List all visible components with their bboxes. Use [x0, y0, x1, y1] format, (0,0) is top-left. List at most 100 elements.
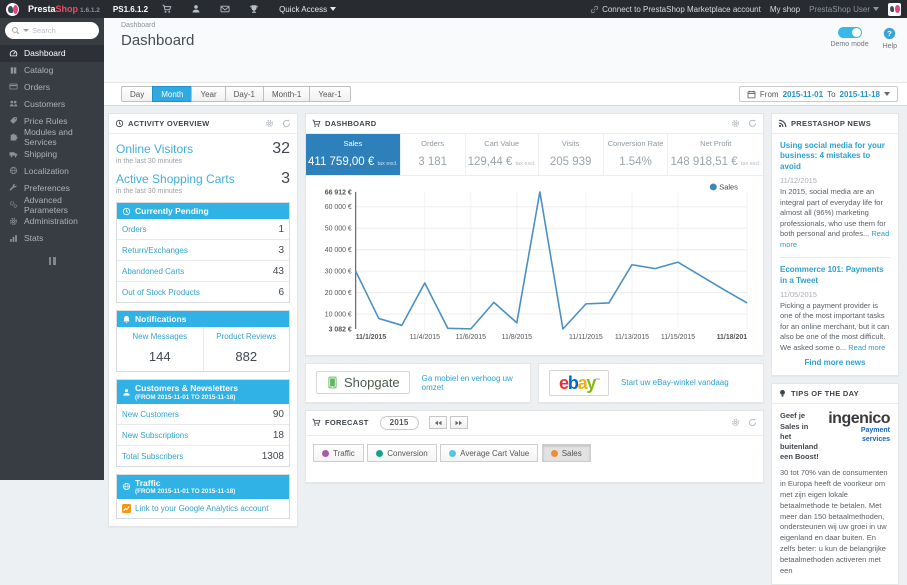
globe-icon: [122, 482, 131, 491]
sidebar-item-catalog[interactable]: Catalog: [0, 62, 104, 79]
kpi-cart-value-tab[interactable]: Cart Value129,44 € tax excl.: [465, 134, 538, 175]
sidebar-item-shipping[interactable]: Shipping: [0, 146, 104, 163]
sidebar-item-modules[interactable]: Modules and Services: [0, 129, 104, 146]
trophy-icon[interactable]: [244, 4, 264, 14]
legend-sales-button[interactable]: Sales: [542, 444, 591, 462]
kpi-sales-tab[interactable]: Sales411 759,00 € tax excl.: [306, 134, 400, 175]
legend-avg-cart-value-button[interactable]: Average Cart Value: [440, 444, 538, 462]
new-subscriptions-row: New Subscriptions18: [117, 424, 289, 445]
online-visitors-link[interactable]: Online Visitors: [116, 142, 193, 156]
kpi-conversion-tab[interactable]: Conversion Rate1.54%: [603, 134, 668, 175]
traffic-dot-icon: [322, 450, 329, 457]
ingenico-logo[interactable]: ingenico Paymentservices: [823, 411, 890, 443]
google-analytics-link[interactable]: Link to your Google Analytics account: [117, 499, 289, 518]
search-input[interactable]: [32, 26, 93, 35]
marketplace-link[interactable]: Connect to PrestaShop Marketplace accoun…: [590, 5, 761, 14]
news-panel-title: PRESTASHOP NEWS: [791, 119, 871, 128]
messages-icon[interactable]: [215, 4, 235, 14]
gear-icon[interactable]: [731, 418, 740, 427]
lightbulb-icon: [778, 389, 787, 398]
article-title-link[interactable]: Using social media for your business: 4 …: [780, 141, 890, 172]
kpi-net-profit-tab[interactable]: Net Profit148 918,51 € tax excl.: [667, 134, 763, 175]
ebay-banner[interactable]: ebay™ Start uw eBay-winkel vandaag: [538, 363, 764, 403]
tips-of-the-day-panel: TIPS OF THE DAY Geef je Sales in het bui…: [771, 383, 899, 584]
date-range-picker[interactable]: From2015-11-01 To2015-11-18: [739, 86, 898, 102]
active-carts-link[interactable]: Active Shopping Carts: [116, 172, 235, 186]
my-shop-link[interactable]: My shop: [770, 5, 800, 14]
ebay-logo: ebay™: [549, 370, 609, 396]
user-menu[interactable]: PrestaShop User: [809, 5, 879, 14]
prestashop-logo-icon[interactable]: [6, 3, 19, 16]
product-reviews-cell[interactable]: Product Reviews882: [203, 327, 290, 371]
gear-icon[interactable]: [731, 119, 740, 128]
notifications-section: Notifications New Messages144 Product Re…: [116, 310, 290, 372]
abandoned-carts-row: Abandoned Carts43: [117, 260, 289, 281]
pending-returns-row: Return/Exchanges3: [117, 239, 289, 260]
help-icon[interactable]: [883, 27, 896, 40]
new-messages-cell[interactable]: New Messages144: [117, 327, 203, 371]
search-scope-caret-icon[interactable]: [23, 29, 29, 32]
range-year-button[interactable]: Year: [191, 86, 225, 102]
sidebar-item-dashboard[interactable]: Dashboard: [0, 45, 104, 62]
svg-text:11/11/2015: 11/11/2015: [569, 334, 603, 341]
date-to: 2015-11-18: [840, 90, 880, 99]
sidebar-search[interactable]: [5, 22, 99, 39]
search-icon: [11, 26, 20, 35]
refresh-icon[interactable]: [282, 119, 291, 128]
svg-text:11/1/2015: 11/1/2015: [356, 334, 387, 341]
cart-icon: [312, 418, 321, 427]
customers-icon[interactable]: [186, 4, 206, 14]
read-more-link[interactable]: Read more: [848, 343, 885, 352]
article-title-link[interactable]: Ecommerce 101: Payments in a Tweet: [780, 265, 890, 286]
sidebar-item-orders[interactable]: Orders: [0, 79, 104, 96]
range-year-1-button[interactable]: Year-1: [309, 86, 350, 102]
demo-mode-toggle[interactable]: [838, 27, 862, 38]
sidebar-item-administration[interactable]: Administration: [0, 213, 104, 230]
truck-icon: [9, 150, 18, 159]
avg-cart-value-dot-icon: [449, 450, 456, 457]
shopgate-link[interactable]: Ga mobiel en verhoog uw omzet: [422, 374, 520, 392]
forecast-prev-button[interactable]: [429, 416, 447, 429]
sales-chart[interactable]: 66 912 €60 000 €50 000 €40 000 €30 000 €…: [312, 180, 757, 351]
clock-icon: [115, 119, 124, 128]
cart-icon[interactable]: [157, 4, 177, 14]
brand-title: PrestaShop1.6.1.2: [28, 4, 100, 14]
svg-text:11/15/2015: 11/15/2015: [661, 334, 695, 341]
refresh-icon[interactable]: [748, 119, 757, 128]
sidebar-item-localization[interactable]: Localization: [0, 163, 104, 180]
legend-conversion-button[interactable]: Conversion: [367, 444, 436, 462]
range-month-1-button[interactable]: Month-1: [263, 86, 310, 102]
dashboard-panel: DASHBOARD Sales411 759,00 € tax excl. Or…: [305, 113, 764, 356]
quick-access-menu[interactable]: Quick Access: [279, 5, 336, 14]
tip-body: 30 tot 70% van de consumenten in Europa …: [780, 468, 890, 577]
sidebar-item-customers[interactable]: Customers: [0, 95, 104, 112]
total-subscribers-row: Total Subscribers1308: [117, 445, 289, 466]
range-day-1-button[interactable]: Day-1: [225, 86, 264, 102]
kpi-orders-tab[interactable]: Orders3 181: [400, 134, 465, 175]
prestashop-news-panel: PRESTASHOP NEWS Using social media for y…: [771, 113, 899, 376]
breadcrumb[interactable]: Dashboard: [121, 22, 899, 29]
sidebar-item-stats[interactable]: Stats: [0, 230, 104, 247]
find-more-news-link[interactable]: Find more news: [780, 358, 890, 367]
range-month-button[interactable]: Month: [152, 86, 192, 102]
clock-icon: [122, 207, 131, 216]
fast-forward-icon: [455, 419, 463, 427]
gear-icon[interactable]: [265, 119, 274, 128]
dashboard-panel-title: DASHBOARD: [325, 119, 376, 128]
google-analytics-icon: [122, 504, 131, 513]
chevron-down-icon: [884, 92, 890, 96]
user-avatar[interactable]: [888, 3, 901, 16]
shopgate-banner[interactable]: Shopgate Ga mobiel en verhoog uw omzet: [305, 363, 531, 403]
book-icon: [9, 66, 18, 75]
sidebar-collapse-button[interactable]: [46, 257, 58, 265]
kpi-visits-tab[interactable]: Visits205 939: [538, 134, 603, 175]
sidebar-item-advanced-parameters[interactable]: Advanced Parameters: [0, 196, 104, 213]
legend-traffic-button[interactable]: Traffic: [313, 444, 364, 462]
ebay-link[interactable]: Start uw eBay-winkel vandaag: [621, 378, 729, 387]
users-icon: [9, 99, 18, 108]
forecast-next-button[interactable]: [450, 416, 468, 429]
online-visitors-value: 32: [272, 140, 290, 158]
refresh-icon[interactable]: [748, 418, 757, 427]
range-day-button[interactable]: Day: [121, 86, 153, 102]
customers-newsletters-section: Customers & Newsletters(FROM 2015-11-01 …: [116, 379, 290, 467]
